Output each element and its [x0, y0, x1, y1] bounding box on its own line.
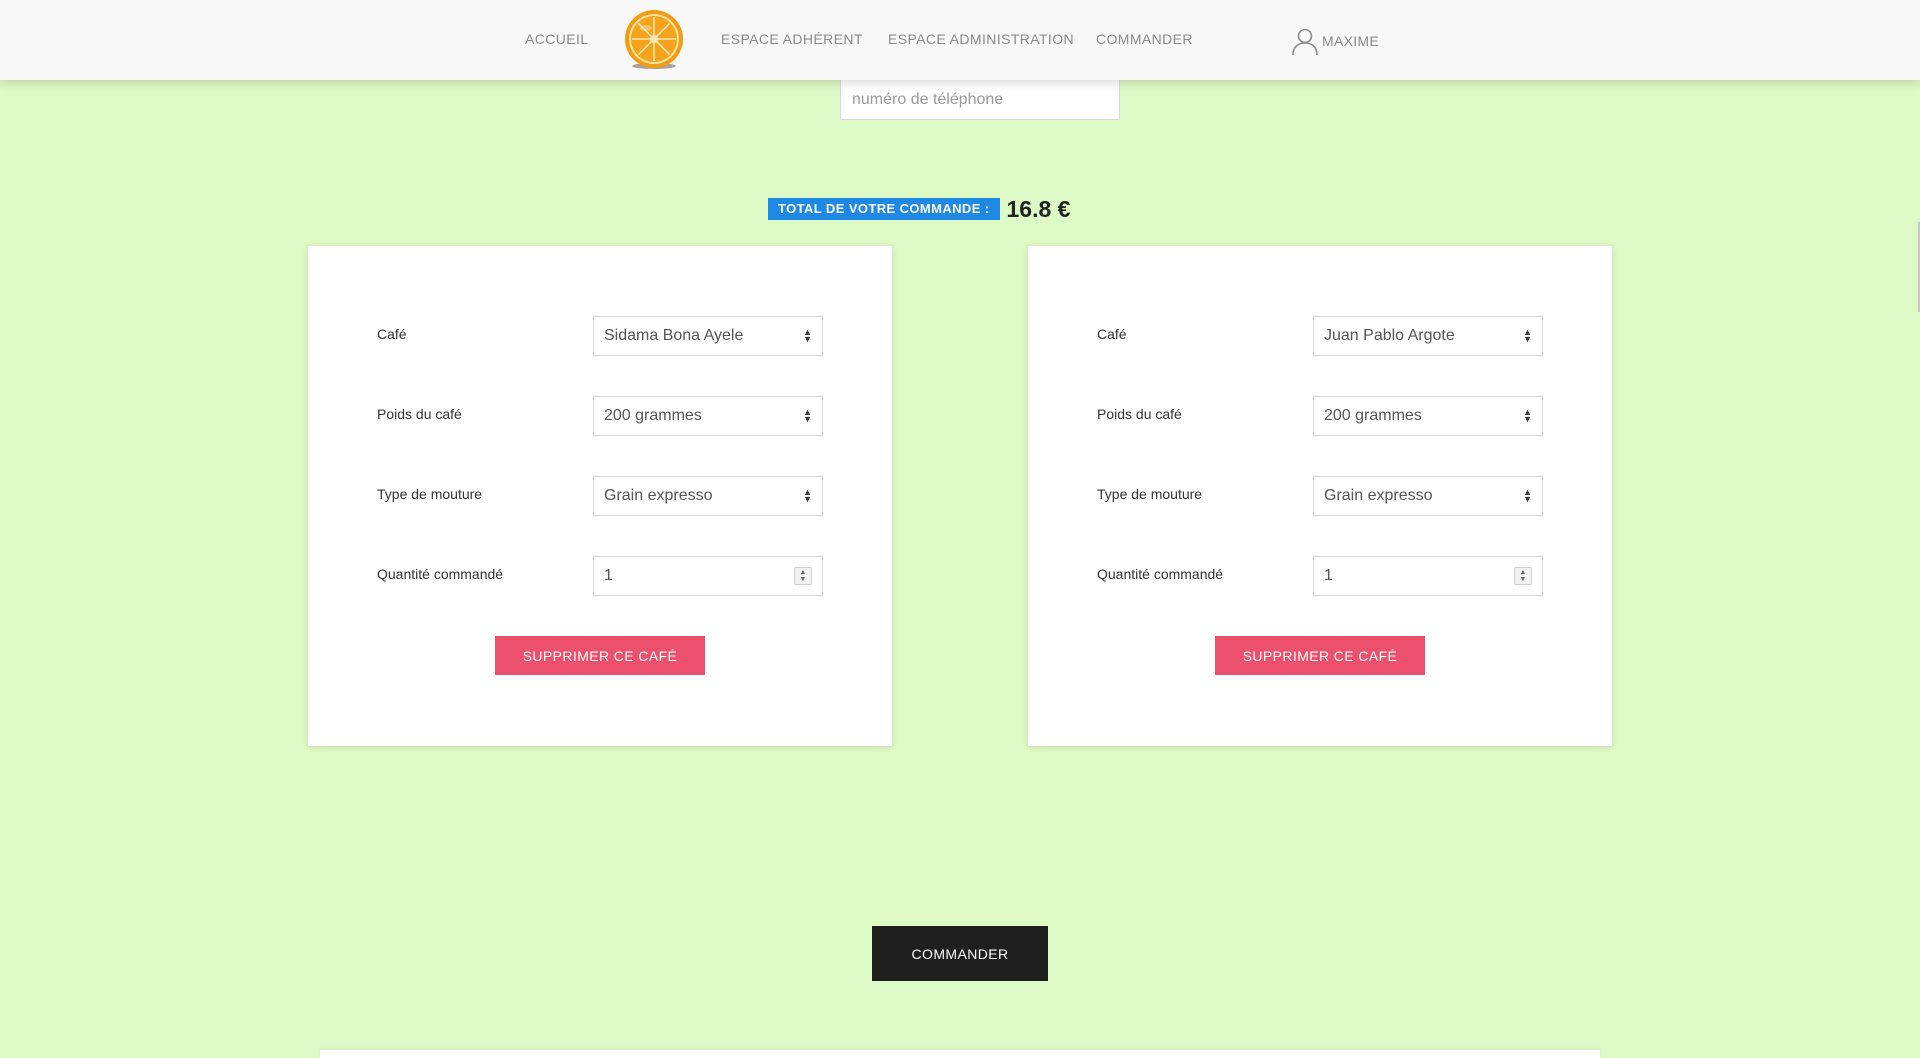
coffee-label: Café — [1097, 326, 1127, 342]
nav-link-espace-adherent[interactable]: ESPACE ADHÉRENT — [721, 31, 863, 47]
nav-link-espace-administration[interactable]: ESPACE ADMINISTRATION — [888, 31, 1074, 47]
orange-logo-icon[interactable] — [622, 8, 686, 72]
coffee-label: Café — [377, 326, 407, 342]
grind-select-value: Grain expresso — [1324, 487, 1433, 504]
submit-order-button[interactable]: COMMANDER — [872, 926, 1048, 981]
quantity-label: Quantité commandé — [1097, 566, 1224, 582]
stepper-arrows-icon[interactable]: ▲ ▼ — [1514, 567, 1532, 585]
total-amount: 16.8 € — [1006, 195, 1071, 222]
weight-select[interactable]: 200 grammes ▲ ▼ — [1313, 396, 1543, 436]
quantity-stepper[interactable]: 1 ▲ ▼ — [1313, 556, 1543, 596]
quantity-label: Quantité commandé — [377, 566, 504, 582]
user-icon — [1292, 28, 1318, 56]
weight-label: Poids du café — [377, 406, 462, 422]
stepper-arrows-icon[interactable]: ▲ ▼ — [794, 567, 812, 585]
top-navbar: ACCUEIL ESPACE ADHÉRENT ESPACE ADMINISTR… — [0, 0, 1920, 80]
phone-number-input[interactable] — [840, 79, 1120, 120]
coffee-select[interactable]: Juan Pablo Argote ▲ ▼ — [1313, 316, 1543, 356]
grind-select[interactable]: Grain expresso ▲ ▼ — [1313, 476, 1543, 516]
grind-select[interactable]: Grain expresso ▲ ▼ — [593, 476, 823, 516]
quantity-value: 1 — [604, 567, 613, 584]
quantity-stepper[interactable]: 1 ▲ ▼ — [593, 556, 823, 596]
coffee-order-card: Café Juan Pablo Argote ▲ ▼ Poids du café … — [1028, 246, 1612, 746]
total-label-badge: TOTAL DE VOTRE COMMANDE : — [768, 198, 1000, 220]
grind-select-value: Grain expresso — [604, 487, 713, 504]
select-arrows-icon: ▲ ▼ — [803, 327, 812, 344]
weight-label: Poids du café — [1097, 406, 1182, 422]
select-arrows-icon: ▲ ▼ — [1523, 487, 1532, 504]
select-arrows-icon: ▲ ▼ — [1523, 327, 1532, 344]
coffee-select-value: Sidama Bona Ayele — [604, 327, 744, 344]
select-arrows-icon: ▲ ▼ — [803, 407, 812, 424]
weight-select-value: 200 grammes — [1324, 407, 1422, 424]
select-arrows-icon: ▲ ▼ — [803, 487, 812, 504]
grind-label: Type de mouture — [1097, 486, 1203, 502]
delete-coffee-button[interactable]: SUPPRIMER CE CAFÉ — [495, 636, 705, 675]
footer-panel-edge — [320, 1050, 1600, 1058]
orange-slice-logo-icon — [625, 10, 683, 69]
nav-link-accueil[interactable]: ACCUEIL — [525, 31, 588, 47]
grind-label: Type de mouture — [377, 486, 483, 502]
user-menu[interactable]: MAXIME — [1290, 26, 1379, 56]
delete-coffee-button[interactable]: SUPPRIMER CE CAFÉ — [1215, 636, 1425, 675]
select-arrows-icon: ▲ ▼ — [1523, 407, 1532, 424]
nav-link-commander[interactable]: COMMANDER — [1096, 31, 1193, 47]
weight-select[interactable]: 200 grammes ▲ ▼ — [593, 396, 823, 436]
coffee-select[interactable]: Sidama Bona Ayele ▲ ▼ — [593, 316, 823, 356]
order-total: TOTAL DE VOTRE COMMANDE : 16.8 € — [768, 194, 1070, 224]
user-name-label: MAXIME — [1322, 33, 1380, 49]
quantity-value: 1 — [1324, 567, 1333, 584]
weight-select-value: 200 grammes — [604, 407, 702, 424]
coffee-select-value: Juan Pablo Argote — [1324, 327, 1455, 344]
coffee-order-card: Café Sidama Bona Ayele ▲ ▼ Poids du café … — [308, 246, 892, 746]
